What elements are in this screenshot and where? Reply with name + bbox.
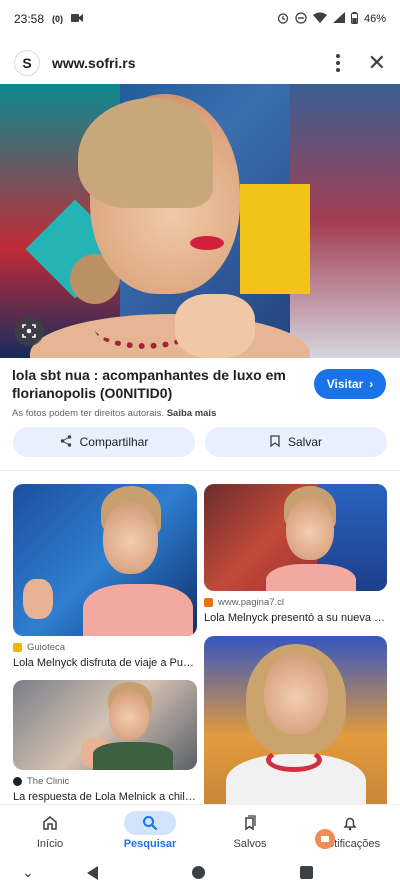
- result-title[interactable]: La respuesta de Lola Melnick a chileno..…: [13, 791, 197, 803]
- url-bar: S www.sofri.rs ✕: [0, 42, 400, 84]
- chevron-right-icon: ›: [369, 377, 374, 391]
- result-card[interactable]: The Clinic La respuesta de Lola Melnick …: [13, 680, 197, 803]
- divider: [0, 470, 400, 471]
- source-favicon-icon: [13, 643, 22, 652]
- share-icon: [60, 434, 72, 450]
- wifi-icon: [312, 12, 327, 26]
- bookmark-icon: [270, 434, 280, 450]
- dnd-icon: [295, 11, 307, 27]
- home-button-icon[interactable]: [192, 866, 206, 879]
- system-navigation: ⌄: [0, 856, 400, 889]
- site-url[interactable]: www.sofri.rs: [52, 55, 136, 71]
- image-title[interactable]: lola sbt nua : acompanhantes de luxo em …: [12, 366, 302, 402]
- more-options-icon[interactable]: [330, 54, 346, 72]
- result-source: Guioteca: [13, 642, 197, 653]
- hero-image[interactable]: [0, 84, 400, 358]
- search-icon: [124, 811, 176, 835]
- result-card[interactable]: www.pagina7.cl Lola Melnyck presentó a s…: [204, 484, 387, 624]
- save-button[interactable]: Salvar: [205, 427, 387, 457]
- nav-item-inicio[interactable]: Início: [0, 805, 100, 856]
- result-thumbnail[interactable]: [204, 484, 387, 591]
- source-favicon-icon: [204, 598, 213, 607]
- result-card[interactable]: Guioteca Lola Melnyck disfruta de viaje …: [13, 484, 197, 669]
- battery-percent: 46%: [363, 13, 386, 25]
- result-source: The Clinic: [13, 776, 197, 787]
- recents-icon[interactable]: [299, 866, 313, 879]
- copyright-note: As fotos podem ter direitos autorais. Sa…: [12, 408, 217, 419]
- site-logo[interactable]: S: [14, 50, 40, 76]
- image-caption: lola sbt nua : acompanhantes de luxo em …: [12, 366, 302, 419]
- battery-icon: [350, 11, 358, 27]
- result-title[interactable]: Lola Melnyck disfruta de viaje a Punta .…: [13, 657, 197, 669]
- bookmarks-icon: [224, 811, 276, 835]
- learn-more-link[interactable]: Saiba mais: [167, 408, 217, 419]
- signal-icon: [332, 12, 345, 26]
- visit-button[interactable]: Visitar ›: [314, 369, 386, 399]
- close-icon[interactable]: ✕: [368, 52, 386, 74]
- status-time: 23:58: [14, 12, 45, 26]
- back-icon[interactable]: [87, 865, 99, 880]
- result-card[interactable]: [204, 636, 387, 804]
- nav-item-salvos[interactable]: Salvos: [200, 805, 300, 856]
- nav-item-notificacoes[interactable]: Notificações: [300, 805, 400, 856]
- nav-item-pesquisar[interactable]: Pesquisar: [100, 805, 200, 856]
- result-title[interactable]: Lola Melnyck presentó a su nueva pare...: [204, 612, 387, 624]
- result-thumbnail[interactable]: [13, 680, 197, 770]
- home-icon: [24, 811, 76, 835]
- notification-count-icon: (0): [52, 14, 64, 24]
- alarm-icon: [277, 12, 289, 27]
- floating-badge-icon[interactable]: [315, 829, 335, 849]
- result-thumbnail[interactable]: [13, 484, 197, 636]
- bottom-navigation: Início Pesquisar Salvos Notificações: [0, 804, 400, 856]
- lens-search-icon[interactable]: [14, 316, 44, 346]
- result-thumbnail[interactable]: [204, 636, 387, 804]
- result-source: www.pagina7.cl: [204, 597, 387, 608]
- source-favicon-icon: [13, 777, 22, 786]
- chevron-down-icon[interactable]: ⌄: [22, 864, 34, 881]
- share-button[interactable]: Compartilhar: [13, 427, 195, 457]
- video-icon: [71, 12, 84, 26]
- status-bar: 23:58 (0) 46%: [0, 0, 400, 38]
